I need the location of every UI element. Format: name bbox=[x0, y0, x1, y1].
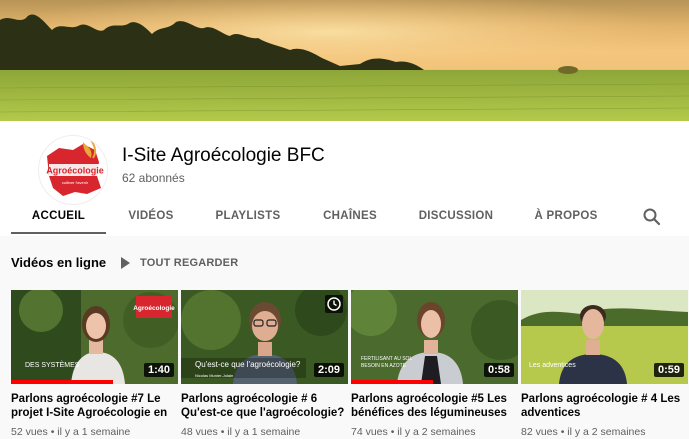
video-card-3[interactable]: FERTILISANT AU SOL BESOIN EN AZOTE 0:58 … bbox=[351, 290, 518, 439]
video-duration: 2:09 bbox=[313, 363, 344, 377]
video-title[interactable]: Parlons agroécologie #7 Le projet I-Site… bbox=[11, 392, 178, 420]
banner-landscape-image bbox=[0, 0, 689, 121]
watched-progress-bar bbox=[351, 380, 433, 384]
video-thumbnail[interactable]: Les adventices 0:59 bbox=[521, 290, 688, 384]
logo-subtitle: cultiver l'avenir bbox=[62, 180, 89, 185]
video-thumbnail[interactable]: Qu'est-ce que l'agroécologie? Nicolas Mu… bbox=[181, 290, 348, 384]
watch-later-button[interactable] bbox=[325, 295, 343, 313]
tab-videos[interactable]: VIDÉOS bbox=[118, 198, 184, 234]
channel-name: I-Site Agroécologie BFC bbox=[122, 145, 325, 166]
video-card-2[interactable]: Qu'est-ce que l'agroécologie? Nicolas Mu… bbox=[181, 290, 348, 439]
video-duration: 0:58 bbox=[483, 363, 514, 377]
watched-progress-bar bbox=[11, 380, 113, 384]
channel-search-button[interactable] bbox=[640, 206, 664, 228]
tab-accueil[interactable]: ACCUEIL bbox=[11, 198, 106, 234]
video-title[interactable]: Parlons agroécologie # 4 Les adventices bbox=[521, 392, 688, 420]
thumbnail-caption: FERTILISANT AU SOL bbox=[361, 356, 413, 362]
section-title: Vidéos en ligne bbox=[11, 255, 107, 270]
thumbnail-caption-line-2: BESOIN EN AZOTE bbox=[361, 363, 407, 369]
play-icon bbox=[121, 257, 130, 269]
tab-a-propos[interactable]: À PROPOS bbox=[524, 198, 608, 234]
logo-text: Agroécologie bbox=[46, 166, 104, 176]
channel-banner bbox=[0, 0, 689, 121]
video-card-4[interactable]: Les adventices 0:59 Parlons agroécologie… bbox=[521, 290, 688, 439]
thumbnail-caption: Les adventices bbox=[529, 362, 576, 369]
clock-icon bbox=[327, 297, 341, 311]
video-title[interactable]: Parlons agroécologie #5 Les bénéfices de… bbox=[351, 392, 518, 420]
video-duration: 0:59 bbox=[653, 363, 684, 377]
tab-chaines[interactable]: CHAÎNES bbox=[312, 198, 388, 234]
tab-discussion[interactable]: DISCUSSION bbox=[410, 198, 502, 234]
search-icon bbox=[643, 208, 661, 226]
channel-tabs: ACCUEIL VIDÉOS PLAYLISTS CHAÎNES DISCUSS… bbox=[0, 198, 689, 236]
video-card-1[interactable]: Agroécologie DES SYSTÈMES 1:40 Parlons a… bbox=[11, 290, 178, 439]
video-meta: 52 vues • il y a 1 semaine bbox=[11, 426, 131, 438]
channel-avatar[interactable]: Agroécologie cultiver l'avenir bbox=[38, 135, 108, 205]
video-thumbnail[interactable]: Agroécologie DES SYSTÈMES 1:40 bbox=[11, 290, 178, 384]
tab-playlists[interactable]: PLAYLISTS bbox=[205, 198, 291, 234]
thumbnail-caption: DES SYSTÈMES bbox=[25, 362, 80, 369]
thumbnail-caption: Qu'est-ce que l'agroécologie? bbox=[195, 360, 301, 369]
agroecologie-logo-icon: Agroécologie cultiver l'avenir bbox=[46, 139, 104, 196]
subscriber-count: 62 abonnés bbox=[122, 171, 185, 185]
video-duration: 1:40 bbox=[143, 363, 174, 377]
thumbnail-caption-speaker: Nicolas Munier-Jolain bbox=[195, 373, 234, 378]
video-meta: 48 vues • il y a 1 semaine bbox=[181, 426, 301, 438]
video-meta: 74 vues • il y a 2 semaines bbox=[351, 426, 476, 438]
play-all-button[interactable]: TOUT REGARDER bbox=[120, 254, 238, 272]
video-meta: 82 vues • il y a 2 semaines bbox=[521, 426, 646, 438]
thumbnail-logo-text: Agroécologie bbox=[133, 305, 175, 312]
play-all-label: TOUT REGARDER bbox=[140, 257, 239, 269]
video-title[interactable]: Parlons agroécologie # 6 Qu'est-ce que l… bbox=[181, 392, 348, 420]
video-thumbnail[interactable]: FERTILISANT AU SOL BESOIN EN AZOTE 0:58 bbox=[351, 290, 518, 384]
